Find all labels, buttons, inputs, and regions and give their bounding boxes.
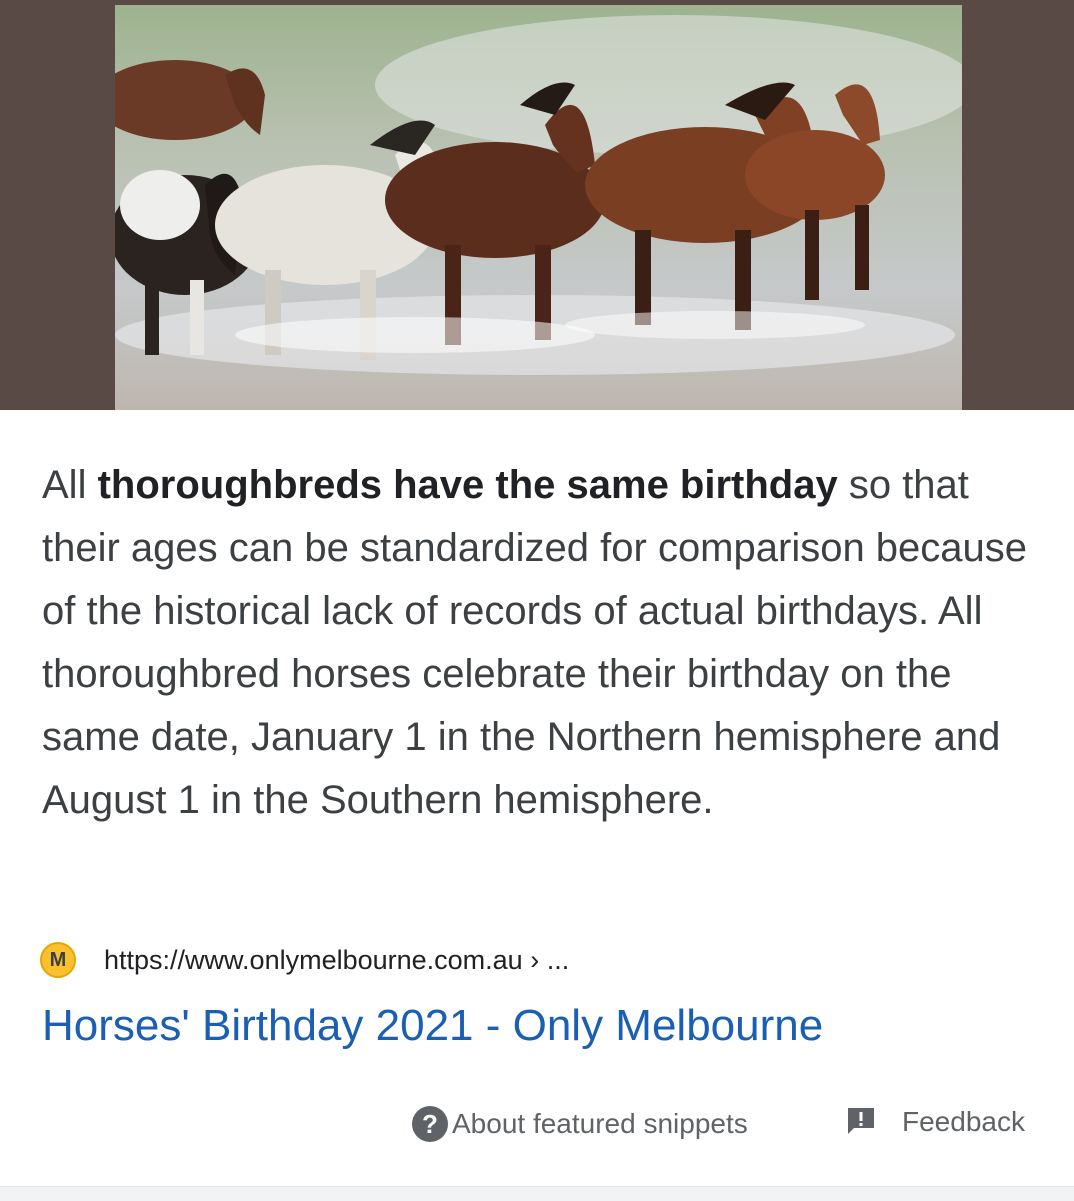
source-url[interactable]: https://www.onlymelbourne.com.au › ... bbox=[104, 945, 569, 976]
feedback-icon bbox=[848, 1108, 874, 1134]
snippet-text-rest: so that their ages can be standardized f… bbox=[42, 463, 1028, 822]
feedback-button[interactable]: Feedback bbox=[846, 1106, 1025, 1138]
result-title-link[interactable]: Horses' Birthday 2021 - Only Melbourne bbox=[42, 996, 823, 1056]
featured-snippet-text: All thoroughbreds have the same birthday… bbox=[42, 454, 1042, 832]
site-favicon-icon: M bbox=[40, 942, 76, 978]
snippet-footer: ? About featured snippets Feedback bbox=[0, 1098, 1074, 1158]
snippet-text-start: All bbox=[42, 463, 98, 507]
bottom-divider bbox=[0, 1186, 1074, 1201]
featured-image-frame bbox=[0, 0, 1074, 410]
about-featured-snippets-button[interactable]: ? About featured snippets bbox=[412, 1106, 748, 1142]
help-icon: ? bbox=[412, 1106, 448, 1142]
feedback-label: Feedback bbox=[902, 1106, 1025, 1137]
source-row[interactable]: M https://www.onlymelbourne.com.au › ... bbox=[40, 940, 569, 980]
horses-photo[interactable] bbox=[115, 5, 962, 410]
horses-illustration bbox=[115, 5, 962, 410]
about-featured-snippets-label: About featured snippets bbox=[452, 1108, 748, 1139]
snippet-highlight: thoroughbreds have the same birthday bbox=[97, 463, 838, 507]
